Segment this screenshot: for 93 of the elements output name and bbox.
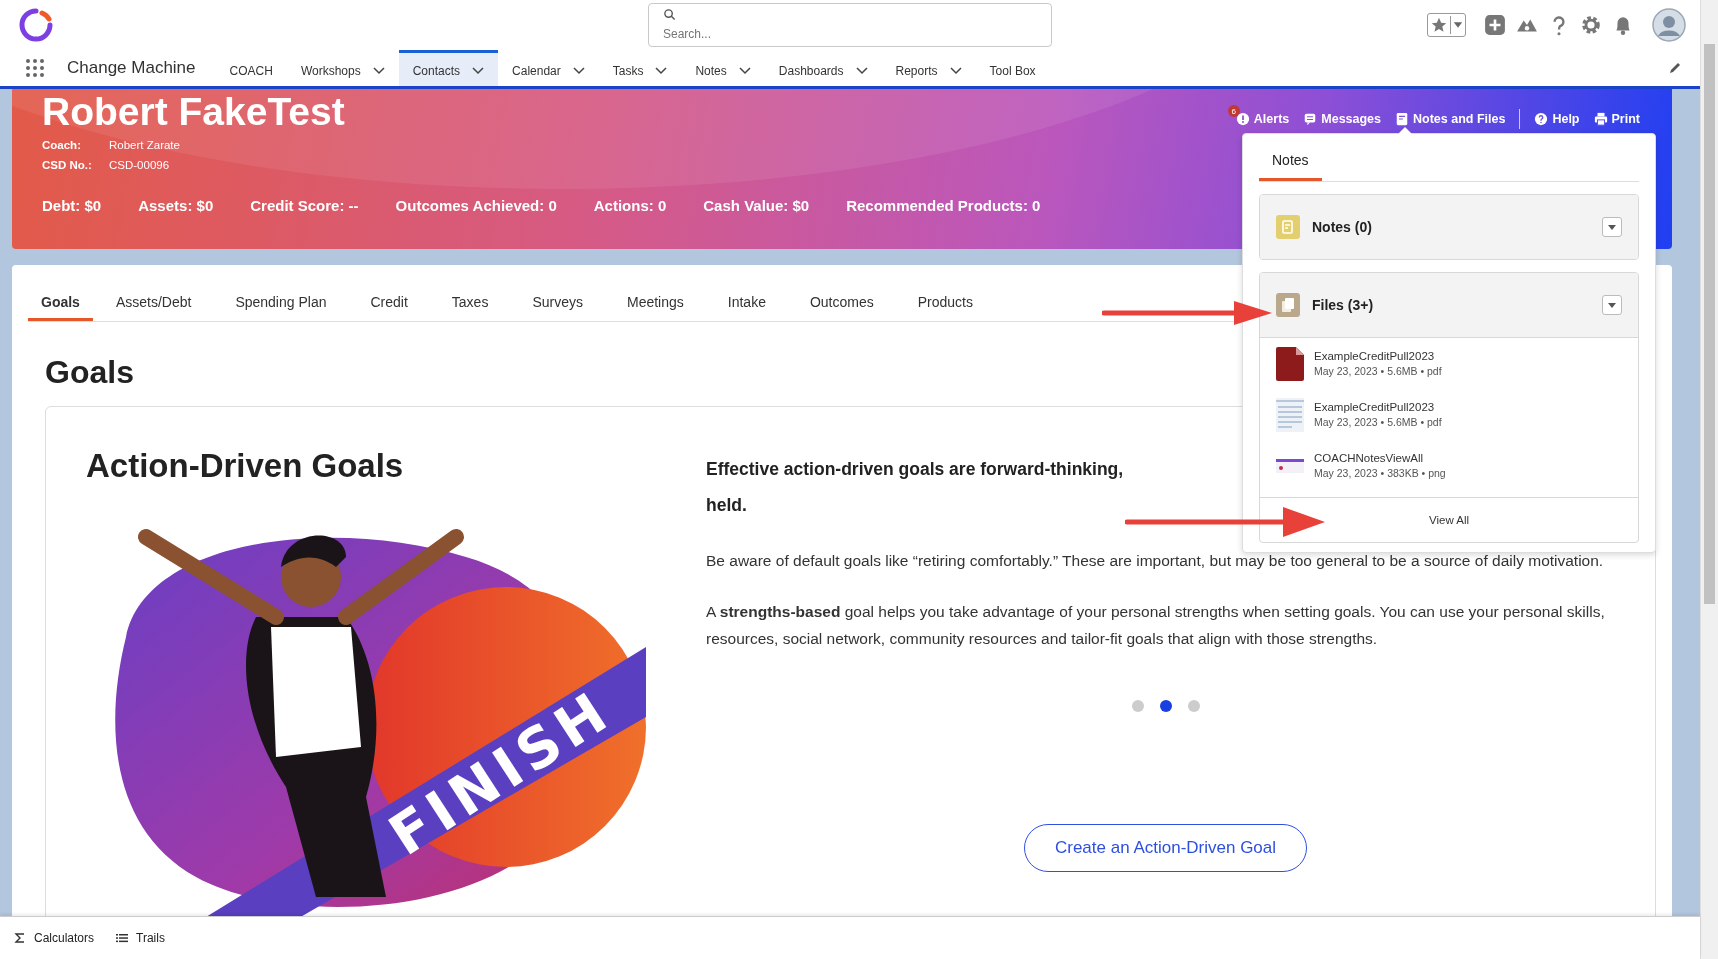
- document-thumbnail: [1276, 397, 1304, 432]
- create-goal-button[interactable]: Create an Action-Driven Goal: [1023, 824, 1308, 872]
- section-title: Files (3+): [1312, 297, 1374, 313]
- file-meta: May 23, 2023 • 5.6MB • pdf: [1314, 365, 1442, 377]
- alerts-icon: [1235, 112, 1250, 126]
- field-value: Robert Zarate: [109, 138, 180, 153]
- section-menu-button[interactable]: [1602, 217, 1622, 237]
- utility-item[interactable]: Calculators: [14, 931, 95, 945]
- header-action[interactable]: Print: [1593, 104, 1640, 134]
- chevron-down-icon: [655, 67, 668, 75]
- page-heading: Goals: [45, 354, 134, 392]
- carousel-dot[interactable]: [1131, 700, 1144, 712]
- chevron-down-icon: [855, 67, 868, 75]
- record-stat: Outcomes Achieved: 0: [395, 197, 557, 214]
- search-field[interactable]: Search...: [648, 3, 1052, 47]
- chevron-down-icon: [738, 67, 751, 75]
- alert-count-badge: 6: [1227, 105, 1240, 117]
- record-stat: Actions: 0: [593, 197, 667, 214]
- sigma-icon: [14, 932, 26, 944]
- file-meta: May 23, 2023 • 5.6MB • pdf: [1314, 416, 1442, 428]
- file-name: ExampleCreditPull2023: [1314, 350, 1436, 362]
- file-meta: May 23, 2023 • 383KB • png: [1314, 467, 1446, 479]
- logo-icon: [18, 7, 54, 43]
- nav-tab[interactable]: Reports: [881, 50, 976, 86]
- section-menu-button[interactable]: [1602, 295, 1622, 315]
- nav-tab[interactable]: Contacts: [398, 50, 499, 86]
- carousel-dot[interactable]: [1187, 700, 1200, 712]
- field-value: CSD-00096: [109, 158, 170, 173]
- body-paragraph: A strengths-based goal helps you take advantage of your personal strengths when setting goals. You can use your personal skills, resources, social network, community resources and tailor-fit goals that align with those strengths.: [706, 602, 1606, 649]
- avatar-icon[interactable]: [1652, 8, 1686, 42]
- nav-tab[interactable]: Dashboards: [764, 50, 882, 86]
- nav-tab[interactable]: Workshops: [286, 50, 399, 86]
- chevron-down-icon: [572, 67, 585, 75]
- chevron-down-icon: [472, 67, 485, 75]
- header-action[interactable]: Messages: [1303, 104, 1382, 134]
- record-tab[interactable]: Outcomes: [788, 285, 895, 321]
- file-item[interactable]: ExampleCreditPull2023 May 23, 2023 • 5.6MB • pdf: [1260, 389, 1638, 440]
- utility-item[interactable]: Trails: [116, 931, 165, 945]
- search-icon: [663, 8, 676, 21]
- record-name: Robert FakeTest: [42, 89, 345, 135]
- record-tab[interactable]: Surveys: [511, 285, 604, 321]
- scrollbar[interactable]: [1700, 0, 1718, 959]
- record-tab[interactable]: Taxes: [430, 285, 510, 321]
- app-launcher-icon[interactable]: [25, 58, 45, 78]
- record-stat: Cash Value: $0: [703, 197, 810, 214]
- header-action[interactable]: Help: [1534, 104, 1580, 134]
- field-label: CSD No.:: [42, 158, 93, 173]
- chevron-down-icon: [372, 67, 385, 75]
- record-tab[interactable]: Goals: [28, 285, 93, 321]
- record-stat: Assets: $0: [138, 197, 214, 214]
- messages-icon: [1303, 112, 1318, 126]
- nav-tab[interactable]: Tool Box: [975, 50, 1050, 86]
- caret-icon: [1607, 300, 1617, 310]
- record-tab[interactable]: Intake: [706, 285, 787, 321]
- edit-icon[interactable]: [1668, 61, 1682, 75]
- help-icon: [1534, 112, 1549, 126]
- list-icon: [116, 932, 129, 944]
- record-tab[interactable]: Meetings: [606, 285, 705, 321]
- nav-tab[interactable]: Calendar: [498, 50, 599, 86]
- add-icon[interactable]: [1484, 14, 1506, 36]
- pdf-file-icon: [1276, 346, 1304, 381]
- files-icon: [1276, 293, 1300, 317]
- file-name: ExampleCreditPull2023: [1314, 401, 1436, 413]
- nav-tab[interactable]: Tasks: [598, 50, 682, 86]
- chevron-down-icon: [949, 67, 962, 75]
- lead-text: held.: [706, 494, 747, 517]
- settings-icon[interactable]: [1580, 14, 1602, 36]
- record-tab[interactable]: Credit: [349, 285, 429, 321]
- favorites-button[interactable]: [1427, 13, 1466, 37]
- nav-tab[interactable]: Notes: [681, 50, 765, 86]
- file-name: COACHNotesViewAll: [1314, 452, 1425, 464]
- record-tab[interactable]: Assets/Debt: [94, 285, 213, 321]
- section-title: Notes (0): [1312, 219, 1372, 235]
- popover-tab[interactable]: Notes: [1259, 148, 1322, 181]
- record-stat: Recommended Products: 0: [846, 197, 1041, 214]
- print-icon: [1593, 112, 1608, 126]
- record-tab[interactable]: Products: [896, 285, 994, 321]
- file-item[interactable]: COACHNotesViewAll May 23, 2023 • 383KB • png: [1260, 440, 1638, 491]
- field-label: Coach:: [42, 138, 82, 153]
- view-all-link[interactable]: View All: [1428, 514, 1470, 526]
- carousel-dot[interactable]: [1159, 700, 1172, 712]
- note-icon: [1276, 215, 1300, 239]
- file-item[interactable]: ExampleCreditPull2023 May 23, 2023 • 5.6MB • pdf: [1260, 338, 1638, 389]
- app-name: Change Machine: [67, 58, 196, 78]
- goal-card-title: Action-Driven Goals: [86, 447, 405, 485]
- lead-text: Effective action-driven goals are forward-thinking,: [706, 458, 1124, 481]
- caret-icon: [1607, 222, 1617, 232]
- notes-icon: [1395, 112, 1410, 126]
- record-stat: Credit Score: --: [250, 197, 359, 214]
- nav-tab[interactable]: COACH: [215, 50, 287, 86]
- record-stat: Debt: $0: [42, 197, 102, 214]
- body-paragraph: Be aware of default goals like “retiring comfortably.” These are important, but may be too general to be a source of daily motivation.: [706, 551, 1605, 571]
- record-tab[interactable]: Spending Plan: [214, 285, 348, 321]
